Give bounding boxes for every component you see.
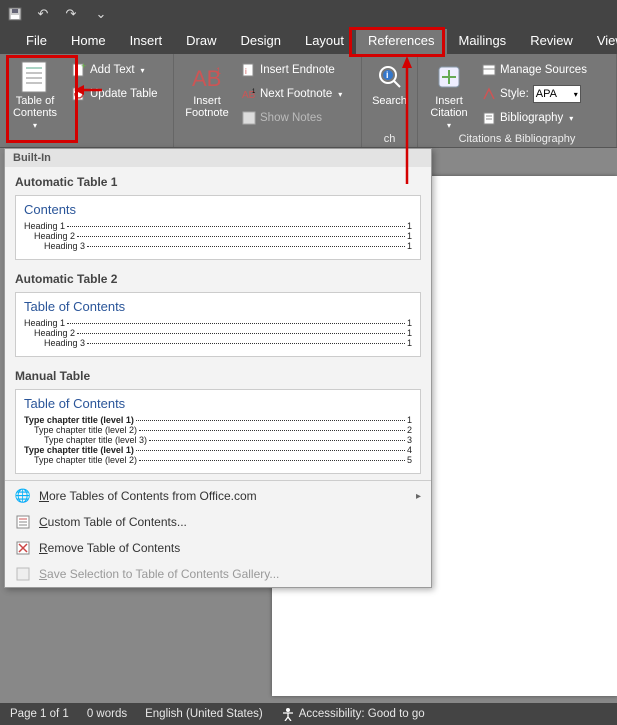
tab-references[interactable]: References: [356, 29, 446, 54]
chevron-down-icon: ▾: [33, 121, 37, 130]
save-selection-menuitem: Save Selection to Table of Contents Gall…: [5, 561, 431, 587]
svg-text:1: 1: [252, 89, 256, 95]
next-footnote-button[interactable]: AB1 Next Footnote▾: [238, 83, 346, 105]
gallery-option[interactable]: Automatic Table 1ContentsHeading 11Headi…: [5, 167, 431, 264]
accessibility-icon: [281, 707, 295, 721]
ribbon: Table of Contents ▾ + Add Text▾ Update T…: [0, 54, 617, 148]
toc-button-label: Table of Contents: [4, 95, 66, 119]
bibliography-icon: [482, 111, 496, 125]
svg-text:i: i: [386, 70, 389, 80]
insert-endnote-button[interactable]: i Insert Endnote: [238, 59, 346, 81]
status-language[interactable]: English (United States): [145, 708, 263, 720]
group-toc: Table of Contents ▾ + Add Text▾ Update T…: [0, 54, 174, 147]
tab-design[interactable]: Design: [229, 29, 293, 54]
custom-toc-icon: [15, 514, 31, 530]
svg-text:i: i: [245, 67, 247, 76]
style-dropdown[interactable]: APA▾: [533, 85, 581, 103]
tab-insert[interactable]: Insert: [118, 29, 175, 54]
chevron-down-icon: ▾: [338, 90, 342, 99]
citation-icon: [422, 61, 476, 93]
tab-layout[interactable]: Layout: [293, 29, 356, 54]
search-button[interactable]: i Search: [366, 57, 413, 133]
next-footnote-icon: AB1: [242, 87, 256, 101]
save-icon[interactable]: [6, 5, 24, 23]
add-text-icon: +: [72, 63, 86, 77]
qat-overflow-icon[interactable]: ⌄: [92, 5, 110, 23]
globe-icon: 🌐: [15, 488, 31, 504]
toc-icon: [4, 61, 66, 93]
undo-icon[interactable]: ↶: [34, 5, 52, 23]
tab-file[interactable]: File: [14, 29, 59, 54]
gallery-option[interactable]: Automatic Table 2Table of ContentsHeadin…: [5, 264, 431, 361]
gallery-category-builtin: Built-In: [5, 149, 431, 167]
tab-mailings[interactable]: Mailings: [447, 29, 519, 54]
tab-review[interactable]: Review: [518, 29, 585, 54]
show-notes-icon: [242, 111, 256, 125]
chevron-down-icon: ▾: [569, 114, 573, 123]
tab-draw[interactable]: Draw: [174, 29, 228, 54]
update-table-button[interactable]: Update Table: [68, 83, 162, 105]
group-research: i Search ch: [362, 54, 418, 147]
bibliography-button[interactable]: Bibliography▾: [478, 107, 591, 129]
chevron-down-icon: ▾: [447, 121, 451, 130]
update-icon: [72, 87, 86, 101]
search-icon: i: [366, 61, 413, 93]
remove-toc-menuitem[interactable]: Remove Table of Contents: [5, 535, 431, 561]
redo-icon[interactable]: ↷: [62, 5, 80, 23]
table-of-contents-button[interactable]: Table of Contents ▾: [4, 57, 66, 133]
tab-home[interactable]: Home: [59, 29, 118, 54]
group-citations: Insert Citation ▾ Manage Sources Style: …: [418, 54, 617, 147]
insert-footnote-button[interactable]: AB1 Insert Footnote: [178, 57, 236, 133]
status-words[interactable]: 0 words: [87, 708, 127, 720]
style-selector[interactable]: Style: APA▾: [478, 83, 591, 105]
show-notes-button[interactable]: Show Notes: [238, 107, 346, 129]
save-gallery-icon: [15, 566, 31, 582]
chevron-right-icon: ▸: [416, 491, 421, 502]
status-bar: Page 1 of 1 0 words English (United Stat…: [0, 703, 617, 725]
quick-access-toolbar: ↶ ↷ ⌄: [0, 0, 617, 28]
svg-text:1: 1: [216, 66, 221, 76]
group-footnotes: AB1 Insert Footnote i Insert Endnote AB1…: [174, 54, 362, 147]
gallery-option[interactable]: Manual TableTable of ContentsType chapte…: [5, 361, 431, 478]
insert-citation-button[interactable]: Insert Citation ▾: [422, 57, 476, 133]
manage-sources-icon: [482, 63, 496, 77]
remove-icon: [15, 540, 31, 556]
custom-toc-menuitem[interactable]: Custom Table of Contents...: [5, 509, 431, 535]
chevron-down-icon: ▾: [141, 66, 145, 75]
endnote-icon: i: [242, 63, 256, 77]
tab-view[interactable]: View: [585, 29, 617, 54]
manage-sources-button[interactable]: Manage Sources: [478, 59, 591, 81]
more-tocs-menuitem[interactable]: 🌐 More Tables of Contents from Office.co…: [5, 483, 431, 509]
status-page[interactable]: Page 1 of 1: [10, 708, 69, 720]
ribbon-tabs: FileHomeInsertDrawDesignLayoutReferences…: [0, 28, 617, 54]
status-accessibility[interactable]: Accessibility: Good to go: [281, 707, 425, 721]
svg-text:+: +: [81, 63, 86, 71]
toc-gallery: Built-In Automatic Table 1ContentsHeadin…: [4, 148, 432, 588]
add-text-button[interactable]: + Add Text▾: [68, 59, 162, 81]
footnote-icon: AB1: [178, 61, 236, 93]
style-icon: [482, 87, 496, 101]
